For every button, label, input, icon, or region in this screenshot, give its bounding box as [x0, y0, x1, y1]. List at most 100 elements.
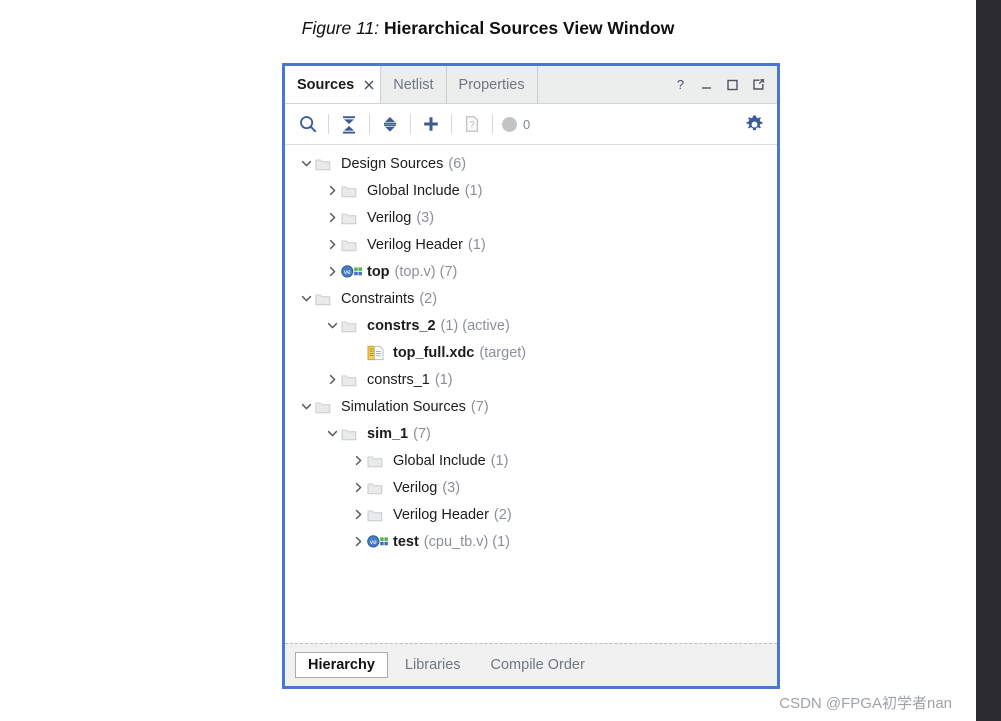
chevron-right-icon[interactable]: [323, 209, 341, 227]
search-icon[interactable]: [291, 107, 325, 141]
chevron-down-icon[interactable]: [297, 155, 315, 173]
tree-node[interactable]: Simulation Sources (7): [285, 393, 777, 420]
tab-netlist[interactable]: Netlist: [381, 66, 447, 103]
chevron-right-icon[interactable]: [349, 506, 367, 524]
tab-hierarchy[interactable]: Hierarchy: [295, 652, 388, 678]
svg-text:?: ?: [469, 119, 474, 130]
chevron-right-icon[interactable]: [349, 452, 367, 470]
add-sources-icon[interactable]: [414, 107, 448, 141]
view-mode-tab-bar: Hierarchy Libraries Compile Order: [285, 643, 777, 686]
folder-icon: [341, 236, 363, 254]
chevron-right-icon[interactable]: [349, 479, 367, 497]
svg-text:?: ?: [677, 77, 684, 92]
tree-node-label: Design Sources: [341, 155, 444, 172]
svg-text:ve: ve: [370, 539, 377, 546]
chevron-down-icon[interactable]: [323, 317, 341, 335]
tab-sources[interactable]: Sources: [285, 66, 359, 103]
tab-bar-spacer: [538, 66, 672, 103]
tree-node-label: sim_1: [367, 425, 409, 442]
xdc-file-icon: [367, 344, 389, 362]
sources-tree[interactable]: Design Sources (6) Global Include (1) Verilo…: [285, 145, 777, 643]
tree-node-meta: (top.v): [394, 263, 436, 280]
tree-node-label: Global Include: [393, 452, 486, 469]
message-status-dot: [502, 116, 517, 132]
tree-node-label: Global Include: [367, 182, 460, 199]
tree-node[interactable]: top_full.xdc (target): [285, 339, 777, 366]
tree-node-meta: (7): [413, 425, 431, 442]
toolbar-separator: [492, 114, 493, 134]
chevron-right-icon[interactable]: [323, 236, 341, 254]
tree-node-meta-secondary: (active): [462, 317, 510, 334]
report-icon[interactable]: ?: [455, 107, 489, 141]
tab-properties[interactable]: Properties: [447, 66, 538, 103]
toolbar-separator: [451, 114, 452, 134]
tree-node-label: test: [393, 533, 419, 550]
tree-node[interactable]: constrs_2 (1) (active): [285, 312, 777, 339]
sources-toolbar: ? 0: [285, 104, 777, 145]
figure-label: Figure 11:: [301, 18, 380, 38]
tab-compile-order-label: Compile Order: [490, 657, 585, 673]
folder-icon: [367, 506, 389, 524]
tree-node-meta: (7): [470, 398, 489, 415]
folder-icon: [341, 209, 363, 227]
tree-node-label: Verilog: [393, 479, 438, 496]
tab-sources-label: Sources: [297, 76, 355, 93]
expand-all-icon[interactable]: [373, 107, 407, 141]
tree-node-meta-secondary: (1): [492, 533, 511, 550]
tab-compile-order[interactable]: Compile Order: [478, 652, 598, 678]
tree-node-label: constrs_2: [367, 317, 436, 334]
tree-node-meta: (1): [490, 452, 509, 469]
tree-node[interactable]: Global Include (1): [285, 447, 777, 474]
chevron-down-icon[interactable]: [323, 425, 341, 443]
maximize-icon[interactable]: [724, 76, 741, 93]
tree-node[interactable]: ve test (cpu_tb.v) (1): [285, 528, 777, 555]
help-icon[interactable]: ?: [672, 76, 689, 93]
tree-node-meta: (1): [440, 317, 459, 334]
chevron-right-icon[interactable]: [323, 263, 341, 281]
tree-node[interactable]: Verilog Header (2): [285, 501, 777, 528]
right-edge-strip: [976, 0, 1001, 721]
tab-libraries-label: Libraries: [404, 657, 461, 673]
tab-libraries[interactable]: Libraries: [392, 652, 474, 678]
folder-icon: [341, 425, 363, 443]
folder-icon: [315, 398, 337, 416]
chevron-right-icon[interactable]: [349, 533, 367, 551]
gear-icon[interactable]: [737, 107, 771, 141]
tree-node[interactable]: Verilog (3): [285, 474, 777, 501]
chevron-right-icon[interactable]: [323, 182, 341, 200]
message-count-indicator[interactable]: 0: [496, 116, 536, 132]
tree-node[interactable]: ve top (top.v) (7): [285, 258, 777, 285]
tree-node-meta: (6): [448, 155, 467, 172]
window-controls: ?: [672, 66, 777, 103]
folder-icon: [367, 452, 389, 470]
collapse-all-icon[interactable]: [332, 107, 366, 141]
tree-node[interactable]: Verilog (3): [285, 204, 777, 231]
tree-node[interactable]: Design Sources (6): [285, 150, 777, 177]
message-count-label: 0: [523, 116, 531, 132]
tree-node-label: top: [367, 263, 390, 280]
tree-node[interactable]: Verilog Header (1): [285, 231, 777, 258]
verilog-module-icon: ve: [341, 263, 363, 281]
tree-node-meta: (3): [442, 479, 461, 496]
tree-node-meta-secondary: (7): [439, 263, 458, 280]
chevron-down-icon[interactable]: [297, 290, 315, 308]
tree-node-label: Constraints: [341, 290, 415, 307]
chevron-down-icon[interactable]: [297, 398, 315, 416]
tree-node[interactable]: Global Include (1): [285, 177, 777, 204]
toolbar-separator: [410, 114, 411, 134]
svg-text:ve: ve: [344, 269, 351, 276]
tree-node-meta: (2): [493, 506, 512, 523]
minimize-icon[interactable]: [698, 76, 715, 93]
tree-node[interactable]: sim_1 (7): [285, 420, 777, 447]
tree-node-meta: (2): [419, 290, 438, 307]
tree-node-meta: (1): [467, 236, 486, 253]
tree-node-label: constrs_1: [367, 371, 430, 388]
tree-node[interactable]: constrs_1 (1): [285, 366, 777, 393]
folder-icon: [341, 317, 363, 335]
float-window-icon[interactable]: [750, 76, 767, 93]
tree-node[interactable]: Constraints (2): [285, 285, 777, 312]
chevron-right-icon[interactable]: [323, 371, 341, 389]
figure-title: Hierarchical Sources View Window: [384, 18, 675, 38]
tab-netlist-label: Netlist: [393, 76, 434, 93]
tab-sources-close-icon[interactable]: [358, 66, 382, 103]
